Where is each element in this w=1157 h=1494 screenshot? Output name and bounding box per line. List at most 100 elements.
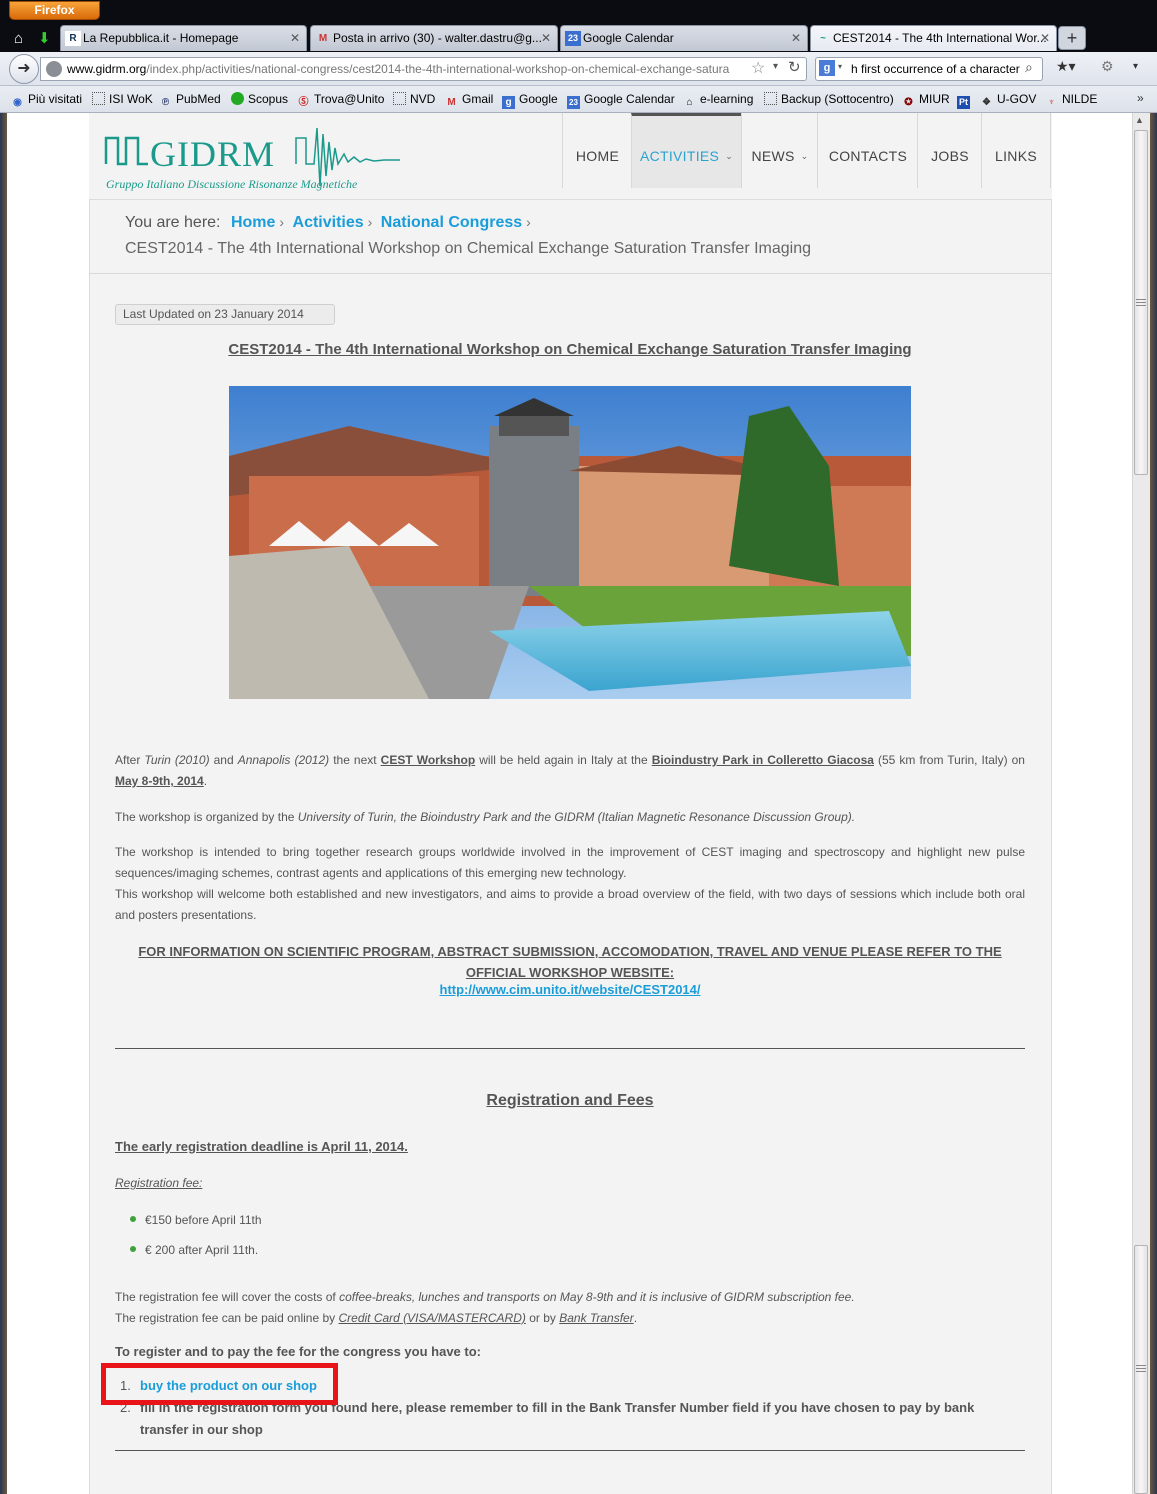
scopus-icon	[231, 92, 244, 105]
tab-cest2014[interactable]: ~ CEST2014 - The 4th International Wor..…	[810, 25, 1057, 51]
bookmark-star-icon[interactable]: ☆	[751, 58, 765, 78]
bookmark-gmail[interactable]: M Gmail	[445, 92, 493, 109]
menu-contacts[interactable]: CONTACTS	[817, 113, 918, 188]
highlight-annotation-box	[101, 1363, 338, 1405]
bookmark-e-learning[interactable]: ⌂ e-learning	[683, 92, 753, 109]
tab-label: Posta in arrivo (30) - walter.dastru@g..…	[333, 31, 542, 45]
bookmarks-menu-icon[interactable]: ★▾	[1056, 58, 1076, 75]
calendar-icon: 23	[567, 96, 580, 109]
close-tab-icon[interactable]: ✕	[791, 26, 801, 50]
close-tab-icon[interactable]: ✕	[1040, 26, 1050, 50]
bookmark-scopus[interactable]: Scopus	[231, 92, 288, 106]
breadcrumb-activities[interactable]: Activities	[293, 214, 364, 231]
bookmark-pubmed[interactable]: ℗ PubMed	[159, 92, 221, 109]
download-icon[interactable]: ⬇	[38, 31, 51, 46]
tab-label: CEST2014 - The 4th International Wor...	[833, 31, 1047, 45]
addon-icon[interactable]: ⚙	[1101, 58, 1114, 75]
bookmark-piu-visitati[interactable]: ◉ Più visitati	[11, 92, 82, 109]
bookmark-backup[interactable]: Backup (Sottocentro)	[764, 92, 894, 106]
bookmark-isi-wok[interactable]: ISI WoK	[92, 92, 153, 106]
official-website-link[interactable]: http://www.cim.unito.it/website/CEST2014…	[115, 982, 1025, 997]
fee-details-paragraph: The registration fee will cover the cost…	[115, 1290, 855, 1325]
bookmark-miur[interactable]: ✪ MIUR	[902, 92, 949, 109]
pt-icon: Pt	[957, 96, 970, 109]
register-instructions-heading: To register and to pay the fee for the c…	[115, 1344, 481, 1359]
url-bar[interactable]: www.gidrm.org/index.php/activities/natio…	[40, 57, 807, 81]
nilde-icon: ♆	[1047, 97, 1056, 108]
registration-heading: Registration and Fees	[486, 1092, 654, 1109]
bookmark-nilde[interactable]: ♆ NILDE	[1045, 92, 1098, 109]
site-identity-icon[interactable]	[46, 61, 62, 77]
more-bookmarks-icon[interactable]: »	[1137, 91, 1144, 105]
breadcrumb-current: CEST2014 - The 4th International Worksho…	[125, 240, 812, 257]
page-icon	[764, 92, 777, 105]
early-deadline-text: The early registration deadline is April…	[115, 1139, 408, 1154]
home-icon[interactable]: ⌂	[14, 31, 23, 46]
menu-jobs[interactable]: JOBS	[917, 113, 982, 188]
firefox-menu-button[interactable]: Firefox	[9, 1, 100, 20]
window-frame-right	[1150, 113, 1157, 1494]
fee-item: € 200 after April 11th.	[130, 1243, 258, 1257]
new-tab-button[interactable]: +	[1058, 26, 1086, 50]
tab-google-calendar[interactable]: 23 Google Calendar ✕	[560, 25, 808, 51]
bioindustry-park-link[interactable]: Bioindustry Park in Colleretto Giacosa	[652, 753, 874, 767]
bookmark-nvd[interactable]: NVD	[393, 92, 435, 106]
u-gov-icon: ❖	[982, 97, 991, 108]
chevron-down-icon[interactable]: ▾	[773, 61, 778, 72]
gmail-icon: M	[447, 97, 456, 108]
chevron-down-icon: ⌄	[800, 151, 809, 161]
smart-folder-icon: ◉	[13, 97, 22, 108]
menu-home[interactable]: HOME	[562, 113, 632, 188]
credit-card-link[interactable]: Credit Card (VISA/MASTERCARD)	[338, 1311, 525, 1325]
tab-label: La Repubblica.it - Homepage	[83, 31, 239, 45]
chevron-down-icon[interactable]: ▾	[838, 62, 842, 71]
site-logo-subtitle: Gruppo Italiano Discussione Risonanze Ma…	[106, 177, 358, 191]
unito-icon: Ⓢ	[298, 97, 309, 108]
tab-gmail[interactable]: M Posta in arrivo (30) - walter.dastru@g…	[310, 25, 558, 51]
close-tab-icon[interactable]: ✕	[541, 26, 551, 50]
bookmark-trova-unito[interactable]: Ⓢ Trova@Unito	[297, 92, 385, 109]
gmail-icon: M	[318, 33, 328, 44]
bookmark-pt[interactable]: Pt	[957, 92, 974, 109]
breadcrumb: You are here: Home › Activities › National…	[125, 214, 531, 231]
tab-repubblica[interactable]: R La Repubblica.it - Homepage ✕	[60, 25, 307, 51]
purpose-paragraph: The workshop is intended to bring togeth…	[115, 845, 1025, 922]
cest-workshop-link[interactable]: CEST Workshop	[381, 753, 476, 767]
window-frame-left	[0, 113, 7, 1494]
scrollbar-thumb-secondary[interactable]	[1134, 1245, 1148, 1494]
scroll-up-arrow-icon[interactable]: ▲	[1135, 115, 1144, 125]
calendar-icon: 23	[565, 31, 581, 46]
url-path: /index.php/activities/national-congress/…	[146, 62, 730, 76]
divider	[115, 1048, 1025, 1049]
google-icon: g	[502, 96, 515, 109]
chevron-down-icon: ⌄	[725, 151, 734, 161]
page-icon	[393, 92, 406, 105]
site-logo-text[interactable]: GIDRM	[150, 133, 275, 175]
back-button[interactable]: ➜	[9, 54, 39, 84]
intro-paragraph: After Turin (2010) and Annapolis (2012) …	[115, 753, 1025, 788]
organizers-paragraph: The workshop is organized by the Univers…	[115, 810, 856, 824]
bookmark-google-calendar[interactable]: 23 Google Calendar	[567, 92, 675, 109]
article-title[interactable]: CEST2014 - The 4th International Worksho…	[115, 341, 1025, 358]
bullet-icon	[130, 1216, 136, 1222]
menu-activities[interactable]: ACTIVITIES ⌄	[631, 113, 741, 188]
menu-news[interactable]: NEWS ⌄	[741, 113, 818, 188]
google-search-engine-icon[interactable]: g	[819, 60, 835, 76]
divider	[89, 273, 1052, 274]
breadcrumb-national-congress[interactable]: National Congress	[381, 214, 522, 231]
last-updated-badge: Last Updated on 23 January 2014	[115, 304, 335, 325]
bank-transfer-link[interactable]: Bank Transfer	[559, 1311, 633, 1325]
search-icon[interactable]: ⌕	[1025, 59, 1033, 76]
divider	[115, 1450, 1025, 1451]
url-host: www.gidrm.org	[67, 62, 147, 76]
chevron-down-icon[interactable]: ▾	[1133, 61, 1138, 72]
bookmark-u-gov[interactable]: ❖ U-GOV	[980, 92, 1036, 109]
breadcrumb-home[interactable]: Home	[231, 214, 275, 231]
miur-emblem-icon: ✪	[904, 97, 913, 108]
search-input[interactable]: h first occurrence of a character	[815, 57, 1043, 81]
close-tab-icon[interactable]: ✕	[290, 26, 300, 50]
bookmark-google[interactable]: g Google	[502, 92, 558, 109]
menu-links[interactable]: LINKS	[981, 113, 1051, 188]
bullet-icon	[130, 1246, 136, 1252]
reload-icon[interactable]: ↻	[788, 58, 801, 76]
